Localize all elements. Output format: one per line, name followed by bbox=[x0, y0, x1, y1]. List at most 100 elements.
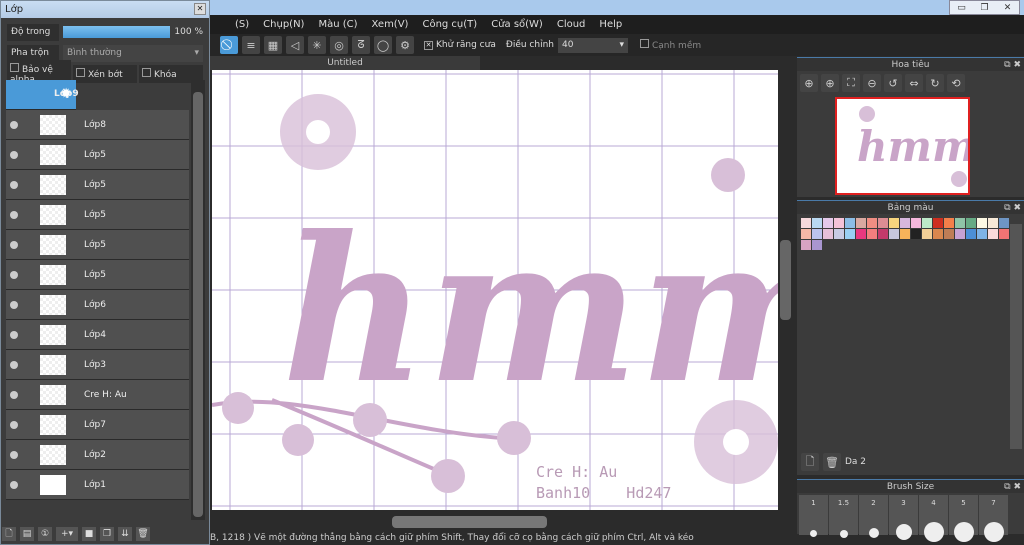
blend-select[interactable]: Bình thường ▾ bbox=[63, 44, 203, 62]
color-swatch[interactable] bbox=[966, 218, 976, 228]
visibility-toggle-icon[interactable] bbox=[10, 150, 18, 159]
visibility-toggle-icon[interactable] bbox=[10, 330, 18, 339]
color-swatch[interactable] bbox=[823, 229, 833, 239]
color-swatch[interactable] bbox=[801, 218, 811, 228]
visibility-toggle-icon[interactable] bbox=[10, 210, 18, 219]
menu-item[interactable]: Công cụ(T) bbox=[422, 19, 477, 30]
color-swatch[interactable] bbox=[878, 218, 888, 228]
visibility-toggle-icon[interactable] bbox=[10, 300, 18, 309]
zoom-in-icon[interactable]: ⊕ bbox=[800, 74, 818, 92]
new-1bit-layer-icon[interactable]: ① bbox=[38, 527, 52, 541]
adjust-select[interactable]: 40 ▾ bbox=[557, 37, 628, 53]
navigator-preview[interactable]: hmm bbox=[835, 97, 976, 195]
color-swatch[interactable] bbox=[801, 229, 811, 239]
menu-item[interactable]: Xem(V) bbox=[372, 19, 409, 30]
canvas-horizontal-scrollbar[interactable] bbox=[212, 514, 778, 530]
menu-item[interactable]: Cửa sổ(W) bbox=[491, 19, 543, 30]
grid-snap-icon[interactable]: ▦ bbox=[264, 36, 282, 54]
layer-row[interactable]: Lớp2 bbox=[6, 440, 189, 470]
layer-row[interactable]: Lớp5 bbox=[6, 200, 189, 230]
layer-row[interactable]: Lớp5 bbox=[6, 260, 189, 290]
concentric-snap-icon[interactable]: ◎ bbox=[330, 36, 348, 54]
visibility-toggle-icon[interactable] bbox=[10, 120, 18, 129]
layer-row[interactable]: Lớp3 bbox=[6, 350, 189, 380]
color-swatch[interactable] bbox=[812, 240, 822, 250]
menu-item[interactable]: Cloud bbox=[557, 19, 586, 30]
brush-size-option[interactable]: 4 bbox=[919, 495, 948, 542]
canvas-vertical-scrollbar[interactable] bbox=[778, 70, 794, 510]
no-snap-icon[interactable]: ⃠ bbox=[220, 36, 238, 54]
delete-layer-icon[interactable]: 🗑 bbox=[136, 527, 150, 541]
color-swatch[interactable] bbox=[834, 229, 844, 239]
fit-icon[interactable]: ⛶ bbox=[842, 74, 860, 92]
color-swatch[interactable] bbox=[999, 218, 1009, 228]
color-swatch[interactable] bbox=[911, 218, 921, 228]
antialias-checkbox[interactable]: ✕ Khử răng cưa bbox=[424, 40, 496, 50]
curve-snap-icon[interactable]: ᘔ bbox=[352, 36, 370, 54]
visibility-toggle-icon[interactable] bbox=[10, 390, 18, 399]
new-folder-icon[interactable]: ■ bbox=[82, 527, 96, 541]
layer-row[interactable]: Lớp8 bbox=[6, 110, 189, 140]
menu-item[interactable]: Màu (C) bbox=[318, 19, 357, 30]
color-swatch[interactable] bbox=[856, 229, 866, 239]
color-swatch[interactable] bbox=[834, 218, 844, 228]
color-swatch[interactable] bbox=[801, 240, 811, 250]
layer-row[interactable]: Lớp6 bbox=[6, 290, 189, 320]
visibility-toggle-icon[interactable] bbox=[10, 270, 18, 279]
color-swatch[interactable] bbox=[889, 218, 899, 228]
color-swatch[interactable] bbox=[878, 229, 888, 239]
visibility-toggle-icon[interactable] bbox=[10, 480, 18, 489]
duplicate-layer-icon[interactable]: ❐ bbox=[100, 527, 114, 541]
soft-edge-checkbox[interactable]: Cạnh mềm bbox=[639, 39, 701, 51]
delete-palette-icon[interactable]: 🗑 bbox=[823, 453, 841, 471]
color-swatch[interactable] bbox=[856, 218, 866, 228]
layer-row[interactable]: Lớp9 ✹ bbox=[6, 80, 79, 110]
layer-row[interactable]: Lớp5 bbox=[6, 170, 189, 200]
flip-icon[interactable]: ⇔ bbox=[905, 74, 923, 92]
color-swatch[interactable] bbox=[988, 229, 998, 239]
color-swatch[interactable] bbox=[900, 229, 910, 239]
panel-close-icon[interactable]: ⧉ ✖ bbox=[1004, 58, 1021, 72]
color-swatch[interactable] bbox=[922, 229, 932, 239]
color-swatch[interactable] bbox=[823, 218, 833, 228]
layer-row[interactable]: Lớp7 bbox=[6, 410, 189, 440]
color-swatch[interactable] bbox=[889, 229, 899, 239]
rotate-left-icon[interactable]: ↺ bbox=[884, 74, 902, 92]
snap-settings-icon[interactable]: ⚙ bbox=[396, 36, 414, 54]
close-icon[interactable]: ✕ bbox=[194, 3, 206, 15]
color-swatch[interactable] bbox=[911, 229, 921, 239]
zoom-out-icon[interactable]: ⊖ bbox=[863, 74, 881, 92]
visibility-toggle-icon[interactable] bbox=[10, 360, 18, 369]
layer-list-scrollbar[interactable] bbox=[191, 80, 205, 520]
color-swatch[interactable] bbox=[900, 218, 910, 228]
brush-size-option[interactable]: 5 bbox=[949, 495, 978, 542]
menu-item[interactable]: Chụp(N) bbox=[263, 19, 304, 30]
color-swatch[interactable] bbox=[845, 218, 855, 228]
color-swatch[interactable] bbox=[977, 218, 987, 228]
color-swatch[interactable] bbox=[944, 218, 954, 228]
brush-size-option[interactable]: 1 bbox=[799, 495, 828, 538]
opacity-slider[interactable] bbox=[63, 26, 171, 38]
color-swatch[interactable] bbox=[812, 218, 822, 228]
color-swatch[interactable] bbox=[867, 229, 877, 239]
color-swatch[interactable] bbox=[867, 218, 877, 228]
visibility-toggle-icon[interactable] bbox=[10, 450, 18, 459]
parallel-snap-icon[interactable]: ≡ bbox=[242, 36, 260, 54]
color-swatch[interactable] bbox=[944, 229, 954, 239]
new-layer-icon[interactable]: 🗋 bbox=[2, 527, 16, 541]
rotate-right-icon[interactable]: ↻ bbox=[926, 74, 944, 92]
minimize-button[interactable]: ▭ bbox=[950, 1, 973, 14]
add-layer-menu-icon[interactable]: +▾ bbox=[56, 527, 78, 541]
visibility-toggle-icon[interactable] bbox=[10, 420, 18, 429]
color-swatch[interactable] bbox=[812, 229, 822, 239]
menu-item[interactable]: Help bbox=[599, 19, 622, 30]
color-swatch[interactable] bbox=[955, 218, 965, 228]
visibility-toggle-icon[interactable] bbox=[10, 180, 18, 189]
layer-row[interactable]: Lớp5 bbox=[6, 230, 189, 260]
visibility-toggle-icon[interactable] bbox=[10, 240, 18, 249]
drawing-canvas[interactable]: hmm Cre H: Au Banh10 Hd247 bbox=[212, 70, 778, 510]
color-swatch[interactable] bbox=[988, 218, 998, 228]
perspective-snap-icon[interactable]: ◁ bbox=[286, 36, 304, 54]
layer-row[interactable]: Lớp1 bbox=[6, 470, 189, 500]
layer-row[interactable]: Cre H: Au bbox=[6, 380, 189, 410]
